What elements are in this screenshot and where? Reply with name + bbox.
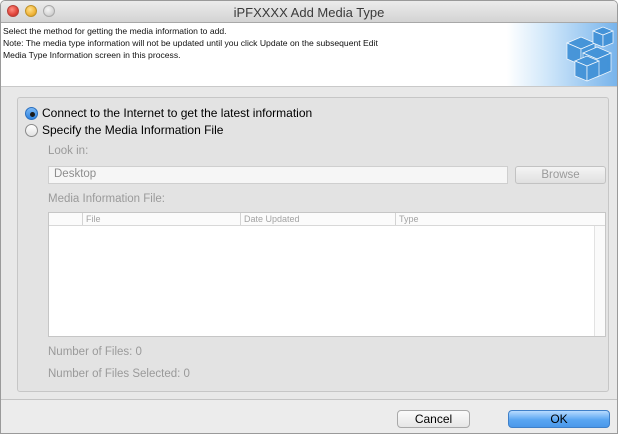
- ok-button[interactable]: OK: [508, 410, 610, 428]
- table-body: [49, 227, 595, 336]
- instruction-line-2: Note: The media type information will no…: [3, 38, 378, 48]
- source-options-panel: Connect to the Internet to get the lates…: [17, 97, 609, 392]
- instruction-line-3: Media Type Information screen in this pr…: [3, 50, 181, 60]
- internet-option[interactable]: Connect to the Internet to get the lates…: [25, 105, 312, 121]
- column-header-type[interactable]: Type: [395, 213, 595, 225]
- file-option[interactable]: Specify the Media Information File: [25, 122, 223, 138]
- browse-button[interactable]: Browse: [515, 166, 606, 184]
- column-header-file[interactable]: File: [82, 213, 240, 225]
- instruction-line-1: Select the method for getting the media …: [3, 26, 227, 36]
- look-in-label: Look in:: [48, 145, 89, 157]
- number-of-files-text: Number of Files: 0: [48, 346, 142, 358]
- dialog-button-bar: Cancel OK: [1, 399, 617, 433]
- media-boxes-icon: [566, 26, 614, 82]
- title-bar: iPFXXXX Add Media Type: [1, 1, 617, 23]
- file-radio[interactable]: [25, 123, 38, 137]
- table-scrollbar[interactable]: [594, 226, 605, 336]
- media-stack-graphic: [507, 23, 617, 86]
- add-media-type-window: iPFXXXX Add Media Type Select the method…: [0, 0, 618, 434]
- media-information-file-label: Media Information File:: [48, 193, 165, 205]
- file-option-label: Specify the Media Information File: [42, 123, 224, 137]
- internet-radio[interactable]: [25, 106, 38, 120]
- instruction-header: Select the method for getting the media …: [1, 23, 617, 87]
- table-header: File Date Updated Type: [49, 213, 605, 226]
- instruction-text: Select the method for getting the media …: [3, 25, 523, 61]
- media-file-table[interactable]: File Date Updated Type: [48, 212, 606, 337]
- look-in-field[interactable]: Desktop: [48, 166, 508, 184]
- cancel-button[interactable]: Cancel: [397, 410, 470, 428]
- column-header-date-updated[interactable]: Date Updated: [240, 213, 395, 225]
- number-of-files-selected-text: Number of Files Selected: 0: [48, 368, 190, 380]
- window-title: iPFXXXX Add Media Type: [233, 5, 385, 20]
- internet-option-label: Connect to the Internet to get the lates…: [42, 106, 313, 120]
